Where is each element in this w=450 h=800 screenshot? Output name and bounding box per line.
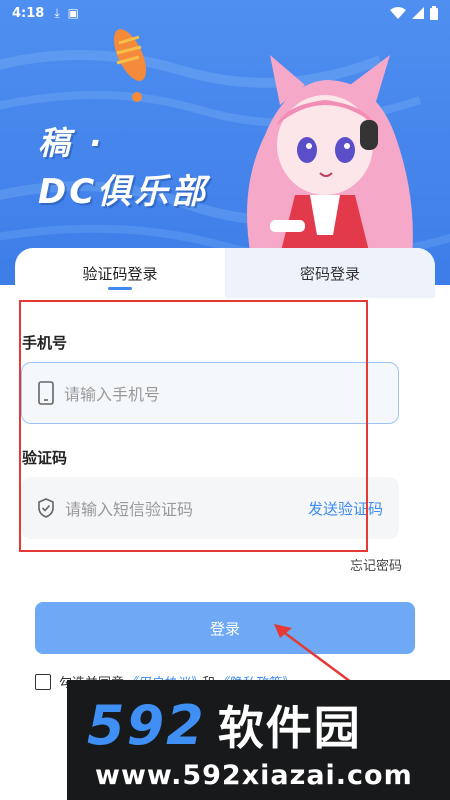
download-icon: ⤓: [54, 5, 60, 20]
wifi-icon: [390, 7, 406, 19]
feather-decoration: [113, 29, 147, 102]
watermark-url: www.592xiazai.com: [95, 760, 413, 791]
watermark-logo: 592 软件园: [87, 690, 447, 760]
active-tab-indicator: [108, 287, 132, 290]
brand-title-line1: 稿 ·: [38, 124, 106, 162]
tab-sms-login-label: 验证码登录: [82, 264, 158, 283]
watermark-banner: 592 软件园 www.592xiazai.com: [67, 680, 450, 800]
anime-mascot-illustration: [247, 55, 413, 275]
agreement-checkbox[interactable]: [35, 673, 51, 690]
forgot-password-link[interactable]: 忘记密码: [350, 555, 402, 574]
watermark-name: 软件园: [217, 701, 362, 755]
brand-title-line2: DC俱乐部: [38, 172, 209, 212]
status-time: 4:18: [12, 5, 45, 21]
login-tabs: 验证码登录 密码登录: [15, 248, 435, 298]
header-banner: 4:18 ⤓ ▣ 稿 · DC俱乐部: [0, 0, 450, 285]
tab-sms-login[interactable]: 验证码登录: [15, 248, 225, 298]
notification-icon: ▣: [67, 6, 79, 20]
highlight-annotation-box: [19, 300, 368, 552]
tab-password-login[interactable]: 密码登录: [225, 248, 435, 298]
watermark-number: 592: [87, 693, 206, 757]
signal-icon: [412, 7, 424, 19]
status-bar: 4:18 ⤓ ▣: [0, 0, 450, 26]
battery-icon: [430, 6, 438, 20]
tab-password-login-label: 密码登录: [299, 264, 360, 283]
